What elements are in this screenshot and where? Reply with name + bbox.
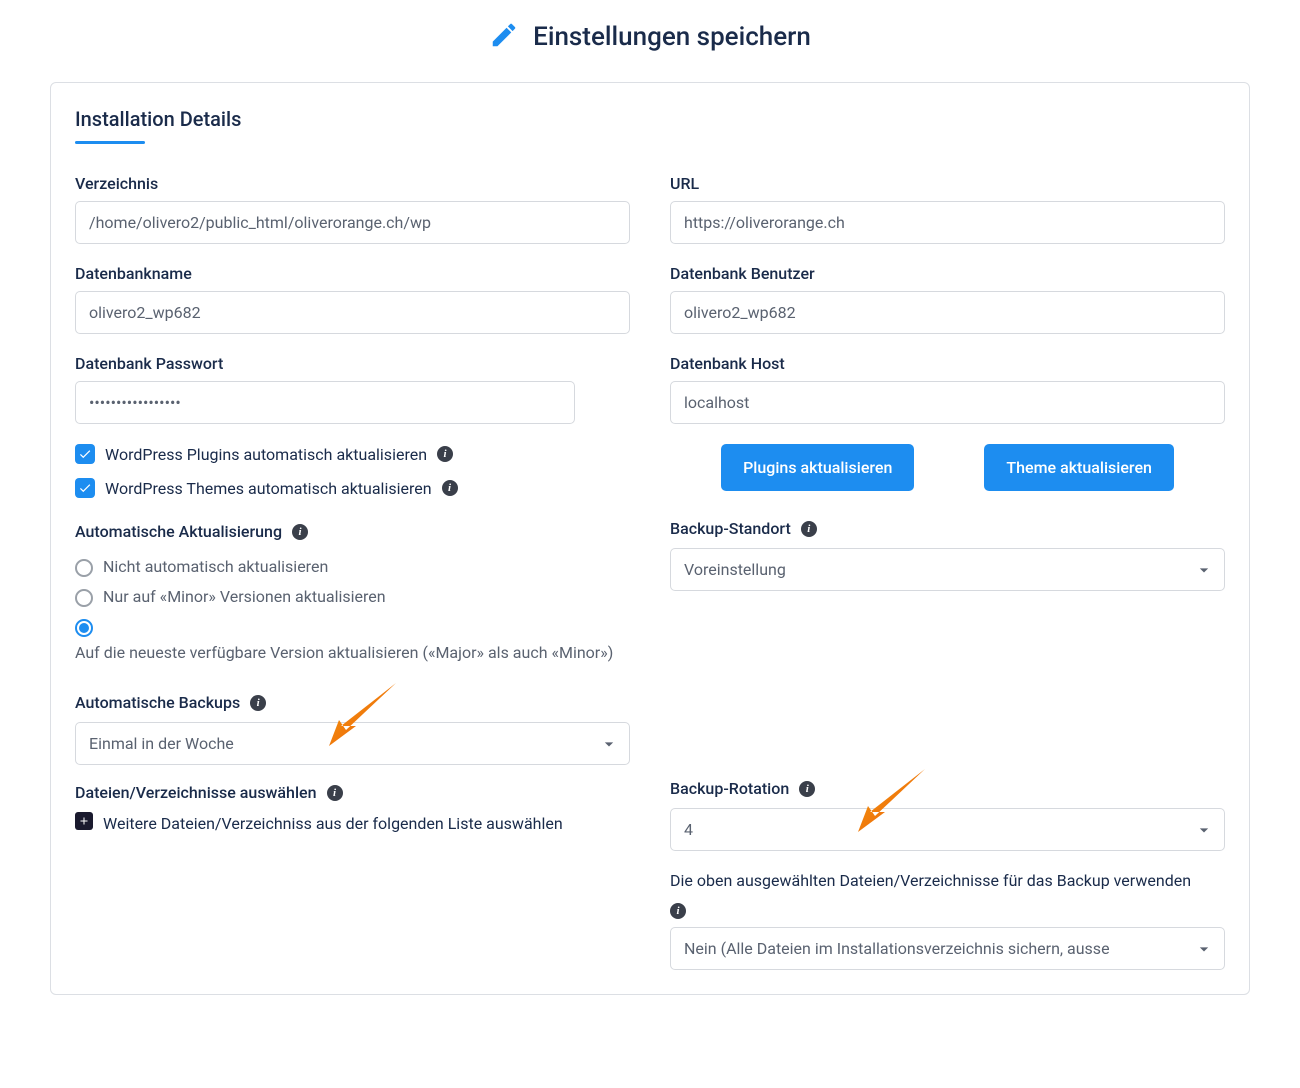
update-buttons-row: Plugins aktualisieren Theme aktualisiere… xyxy=(670,444,1225,491)
backup-rotation-label-row: Backup-Rotation i xyxy=(670,779,1225,798)
auto-update-minor-label: Nur auf «Minor» Versionen aktualisieren xyxy=(103,587,386,606)
url-label: URL xyxy=(670,174,1225,193)
files-add-label: Weitere Dateien/Verzeichniss aus der fol… xyxy=(103,812,563,836)
auto-themes-checkbox[interactable] xyxy=(75,478,95,498)
use-selected-label: Die oben ausgewählten Dateien/Verzeichni… xyxy=(670,869,1225,893)
auto-plugins-label: WordPress Plugins automatisch aktualisie… xyxy=(105,445,427,464)
radio-icon xyxy=(75,589,93,607)
dbpass-field: Datenbank Passwort xyxy=(75,354,630,424)
dbname-label: Datenbankname xyxy=(75,264,630,283)
auto-backup-select[interactable]: Einmal in der Woche xyxy=(75,722,630,765)
dbhost-field: Datenbank Host xyxy=(670,354,1225,424)
dbname-field: Datenbankname xyxy=(75,264,630,334)
installation-details-panel: Installation Details Verzeichnis Datenba… xyxy=(50,82,1250,995)
section-title: Installation Details xyxy=(75,107,1225,144)
plus-icon xyxy=(75,812,93,830)
info-icon[interactable]: i xyxy=(799,781,815,797)
auto-themes-checkbox-row: WordPress Themes automatisch aktualisier… xyxy=(75,478,630,498)
use-selected-select[interactable]: Nein (Alle Dateien im Installationsverze… xyxy=(670,927,1225,970)
url-field: URL xyxy=(670,174,1225,244)
dbname-input[interactable] xyxy=(75,291,630,334)
info-icon[interactable]: i xyxy=(327,785,343,801)
dbuser-input[interactable] xyxy=(670,291,1225,334)
page-header: Einstellungen speichern xyxy=(50,20,1250,54)
directory-field: Verzeichnis xyxy=(75,174,630,244)
auto-plugins-checkbox[interactable] xyxy=(75,444,95,464)
auto-update-none-label: Nicht automatisch aktualisieren xyxy=(103,557,328,576)
page-title: Einstellungen speichern xyxy=(533,22,811,52)
backup-rotation-select[interactable]: 4 xyxy=(670,808,1225,851)
radio-icon xyxy=(75,559,93,577)
update-plugins-button[interactable]: Plugins aktualisieren xyxy=(721,444,914,491)
auto-update-none-row[interactable]: Nicht automatisch aktualisieren xyxy=(75,557,630,577)
info-icon[interactable]: i xyxy=(292,524,308,540)
dbhost-label: Datenbank Host xyxy=(670,354,1225,373)
directory-label: Verzeichnis xyxy=(75,174,630,193)
update-theme-button[interactable]: Theme aktualisieren xyxy=(984,444,1174,491)
info-icon[interactable]: i xyxy=(442,480,458,496)
info-icon[interactable]: i xyxy=(437,446,453,462)
radio-icon-selected xyxy=(75,619,93,637)
info-icon[interactable]: i xyxy=(250,695,266,711)
backup-location-label: Backup-Standort xyxy=(670,519,791,538)
files-select-label: Dateien/Verzeichnisse auswählen xyxy=(75,783,317,802)
url-input[interactable] xyxy=(670,201,1225,244)
files-select-label-row: Dateien/Verzeichnisse auswählen i xyxy=(75,783,630,802)
auto-update-major-row[interactable]: Auf die neueste verfügbare Version aktua… xyxy=(75,617,630,665)
auto-plugins-checkbox-row: WordPress Plugins automatisch aktualisie… xyxy=(75,444,630,464)
backup-location-label-row: Backup-Standort i xyxy=(670,519,1225,538)
directory-input[interactable] xyxy=(75,201,630,244)
files-add-row[interactable]: Weitere Dateien/Verzeichniss aus der fol… xyxy=(75,812,630,836)
auto-update-minor-row[interactable]: Nur auf «Minor» Versionen aktualisieren xyxy=(75,587,630,607)
pencil-icon xyxy=(489,20,519,54)
auto-backup-label: Automatische Backups xyxy=(75,693,240,712)
auto-update-radio-group: Nicht automatisch aktualisieren Nur auf … xyxy=(75,557,630,675)
auto-update-major-label: Auf die neueste verfügbare Version aktua… xyxy=(75,641,613,665)
backup-location-select[interactable]: Voreinstellung xyxy=(670,548,1225,591)
backup-rotation-label: Backup-Rotation xyxy=(670,779,789,798)
dbpass-label: Datenbank Passwort xyxy=(75,354,630,373)
auto-themes-label: WordPress Themes automatisch aktualisier… xyxy=(105,479,432,498)
auto-backup-label-row: Automatische Backups i xyxy=(75,693,630,712)
auto-update-label-row: Automatische Aktualisierung i xyxy=(75,522,630,541)
info-icon[interactable]: i xyxy=(801,521,817,537)
dbhost-input[interactable] xyxy=(670,381,1225,424)
dbpass-input[interactable] xyxy=(75,381,575,424)
info-icon[interactable]: i xyxy=(670,903,686,919)
dbuser-field: Datenbank Benutzer xyxy=(670,264,1225,334)
dbuser-label: Datenbank Benutzer xyxy=(670,264,1225,283)
auto-update-label: Automatische Aktualisierung xyxy=(75,522,282,541)
